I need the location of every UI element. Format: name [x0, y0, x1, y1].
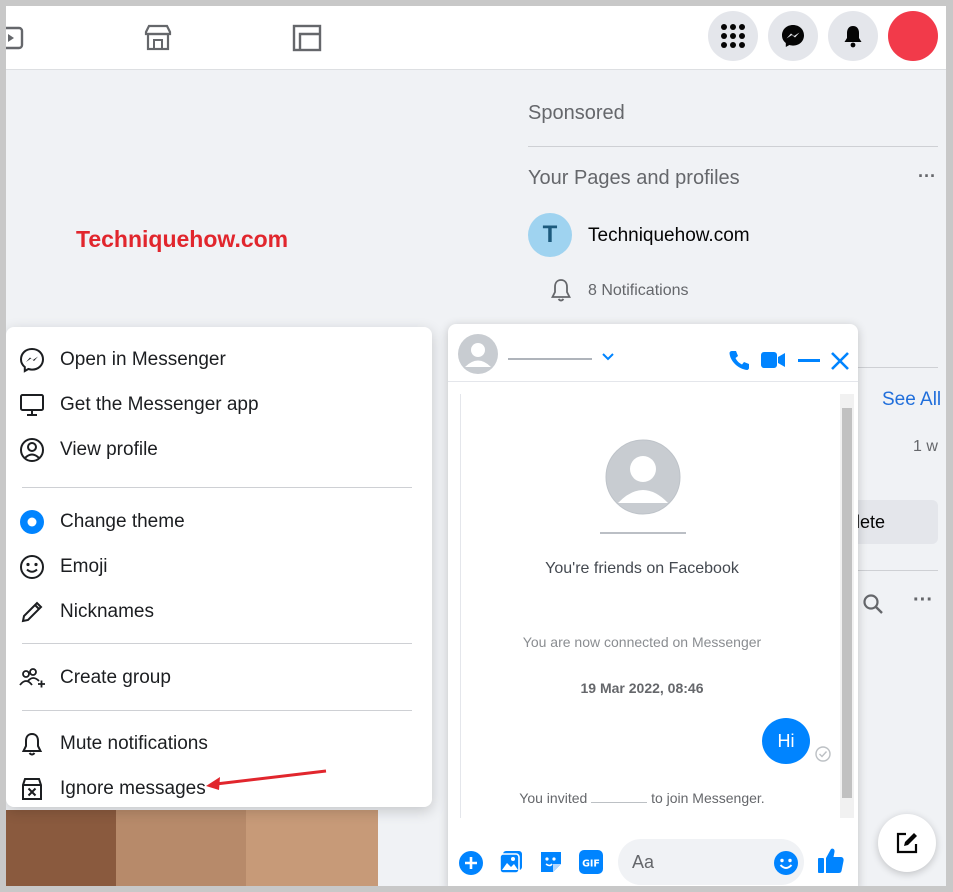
marketplace-icon[interactable]	[142, 22, 174, 54]
notifications-button[interactable]	[828, 11, 878, 61]
menu-item-label: Create group	[60, 667, 171, 688]
sent-message-bubble[interactable]: Hi	[762, 718, 810, 764]
pages-heading: Your Pages and profiles	[528, 167, 740, 189]
chat-scrollbar[interactable]	[840, 394, 854, 818]
menu-separator	[22, 487, 412, 488]
emoji-icon[interactable]	[773, 850, 799, 876]
chat-options-menu: Open in Messenger Get the Messenger app …	[6, 327, 432, 807]
chat-window: You're friends on Facebook You are now c…	[448, 324, 858, 886]
chat-left-edge	[460, 394, 461, 818]
account-avatar[interactable]	[888, 11, 938, 61]
connected-text: You are now connected on Messenger	[522, 634, 762, 650]
bell-icon	[844, 26, 862, 48]
theme-dot-icon	[18, 508, 46, 536]
delete-button-label: lete	[856, 511, 886, 532]
thumbs-up-icon[interactable]	[816, 846, 846, 876]
divider	[528, 146, 938, 147]
messenger-icon	[782, 25, 804, 47]
invite-suffix: to join Messenger.	[651, 790, 765, 806]
menu-item-nicknames[interactable]: Nicknames	[18, 592, 418, 632]
grid-icon	[721, 24, 745, 48]
menu-item-label: Emoji	[60, 556, 108, 577]
page-name-link[interactable]: Techniquehow.com	[588, 225, 750, 247]
top-navigation-bar	[6, 6, 946, 70]
menu-item-mute-notifications[interactable]: Mute notifications	[18, 724, 418, 764]
groups-icon[interactable]	[291, 22, 323, 54]
messenger-button[interactable]	[768, 11, 818, 61]
menu-item-get-messenger-app[interactable]: Get the Messenger app	[18, 385, 418, 425]
menu-item-label: Open in Messenger	[60, 349, 226, 370]
delete-button[interactable]: lete	[848, 500, 938, 544]
facebook-window: Techniquehow.com Sponsored Your Pages an…	[6, 6, 946, 886]
ignore-icon	[18, 775, 46, 803]
contact-avatar[interactable]	[458, 334, 498, 374]
chevron-down-icon[interactable]	[601, 352, 615, 362]
plus-icon[interactable]	[458, 850, 484, 876]
see-all-link[interactable]: See All	[882, 389, 941, 411]
menu-item-label: Change theme	[60, 511, 185, 532]
invite-text: You invited to join Messenger.	[448, 790, 836, 806]
messenger-icon	[18, 346, 46, 374]
minimize-icon[interactable]	[798, 359, 820, 363]
menu-item-emoji[interactable]: Emoji	[18, 547, 418, 587]
menu-item-open-in-messenger[interactable]: Open in Messenger	[18, 340, 418, 380]
more-options-icon[interactable]: ···	[918, 166, 936, 187]
contact-name-redacted[interactable]	[508, 350, 592, 360]
menu-item-label: View profile	[60, 439, 158, 460]
invited-name-redacted	[591, 795, 648, 804]
watch-icon[interactable]	[6, 22, 28, 54]
menu-grid-button[interactable]	[708, 11, 758, 61]
menu-separator	[22, 710, 412, 711]
user-circle-icon	[18, 436, 46, 464]
sent-check-icon	[815, 746, 831, 762]
contacts-more-icon[interactable]: ···	[913, 589, 933, 612]
divider	[858, 367, 938, 368]
notifications-link[interactable]: 8 Notifications	[588, 282, 689, 300]
sponsored-heading: Sponsored	[528, 102, 625, 124]
sticker-icon[interactable]	[538, 849, 564, 875]
photo-icon[interactable]	[498, 849, 524, 875]
monitor-icon	[18, 391, 46, 419]
menu-item-label: Get the Messenger app	[60, 394, 259, 415]
chat-header	[448, 324, 858, 382]
time-label: 1 w	[913, 438, 938, 455]
group-add-icon	[18, 664, 46, 692]
phone-icon[interactable]	[728, 349, 750, 371]
svg-text:GIF: GIF	[582, 859, 600, 870]
menu-item-change-theme[interactable]: Change theme	[18, 502, 418, 542]
menu-separator	[22, 643, 412, 644]
gif-icon[interactable]: GIF	[578, 849, 604, 875]
close-icon[interactable]	[830, 351, 850, 371]
video-call-icon[interactable]	[761, 351, 785, 369]
menu-item-label: Nicknames	[60, 601, 154, 622]
contact-profile-name-redacted	[600, 532, 686, 538]
feed-photo	[6, 810, 378, 886]
contact-profile-avatar[interactable]	[605, 439, 681, 515]
scrollbar-thumb[interactable]	[842, 408, 852, 798]
annotation-arrow	[206, 769, 327, 790]
pencil-icon	[18, 598, 46, 626]
friends-status-text: You're friends on Facebook	[545, 560, 739, 577]
menu-item-create-group[interactable]: Create group	[18, 658, 418, 698]
menu-item-label: Ignore messages	[60, 778, 206, 799]
menu-item-view-profile[interactable]: View profile	[18, 430, 418, 470]
watermark-text: Techniquehow.com	[76, 226, 289, 252]
menu-item-label: Mute notifications	[60, 733, 208, 754]
compose-icon	[896, 832, 918, 854]
new-message-button[interactable]	[878, 814, 936, 872]
message-input-placeholder: Aa	[632, 851, 655, 872]
smiley-icon	[18, 553, 46, 581]
invite-prefix: You invited	[519, 790, 588, 806]
bell-icon	[18, 730, 46, 758]
message-timestamp: 19 Mar 2022, 08:46	[580, 680, 704, 696]
bell-outline-icon	[551, 279, 571, 302]
page-avatar[interactable]: T	[528, 213, 572, 257]
search-icon[interactable]	[862, 593, 884, 615]
divider	[858, 570, 938, 571]
